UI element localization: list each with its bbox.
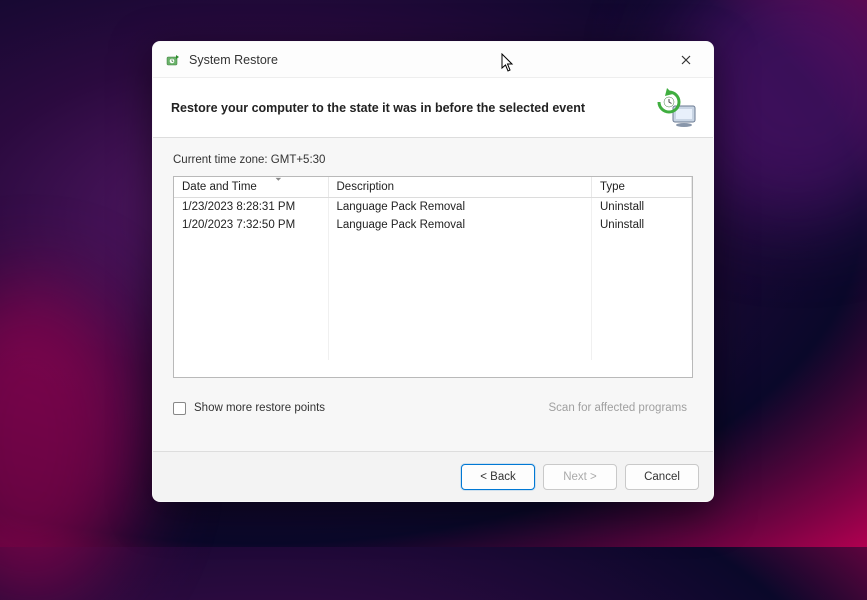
below-table-row: Show more restore points Scan for affect… bbox=[173, 398, 693, 418]
banner-heading: Restore your computer to the state it wa… bbox=[171, 101, 585, 115]
system-restore-icon bbox=[165, 52, 181, 68]
cell-datetime: 1/20/2023 7:32:50 PM bbox=[174, 216, 328, 234]
scan-affected-button[interactable]: Scan for affected programs bbox=[543, 398, 694, 418]
column-header-label: Date and Time bbox=[182, 181, 257, 193]
window-title: System Restore bbox=[189, 53, 669, 67]
cell-description: Language Pack Removal bbox=[328, 216, 592, 234]
banner: Restore your computer to the state it wa… bbox=[153, 78, 713, 138]
back-button[interactable]: < Back bbox=[461, 464, 535, 490]
cell-type: Uninstall bbox=[592, 198, 692, 216]
cancel-button[interactable]: Cancel bbox=[625, 464, 699, 490]
restore-hero-icon bbox=[655, 88, 699, 128]
next-button[interactable]: Next > bbox=[543, 464, 617, 490]
show-more-checkbox[interactable] bbox=[173, 402, 186, 415]
column-header-description[interactable]: Description bbox=[328, 177, 592, 198]
cell-description: Language Pack Removal bbox=[328, 198, 592, 216]
cell-type: Uninstall bbox=[592, 216, 692, 234]
column-header-label: Description bbox=[337, 181, 395, 193]
cell-datetime: 1/23/2023 8:28:31 PM bbox=[174, 198, 328, 216]
sort-descending-icon: ⏷ bbox=[275, 176, 281, 185]
table-row[interactable]: 1/20/2023 7:32:50 PM Language Pack Remov… bbox=[174, 216, 692, 234]
restore-points-table[interactable]: Date and Time ⏷ Description Type 1/23/20… bbox=[173, 176, 693, 378]
system-restore-dialog: System Restore Restore your computer to … bbox=[152, 41, 714, 502]
timezone-label: Current time zone: GMT+5:30 bbox=[173, 154, 693, 166]
content-area: Current time zone: GMT+5:30 Date and Tim… bbox=[153, 138, 713, 451]
column-header-label: Type bbox=[600, 181, 625, 193]
close-button[interactable] bbox=[669, 46, 703, 74]
column-header-datetime[interactable]: Date and Time ⏷ bbox=[174, 177, 328, 198]
footer: < Back Next > Cancel bbox=[153, 451, 713, 501]
table-row[interactable]: 1/23/2023 8:28:31 PM Language Pack Remov… bbox=[174, 198, 692, 216]
titlebar: System Restore bbox=[153, 42, 713, 78]
show-more-label: Show more restore points bbox=[194, 402, 325, 414]
column-header-type[interactable]: Type bbox=[592, 177, 692, 198]
